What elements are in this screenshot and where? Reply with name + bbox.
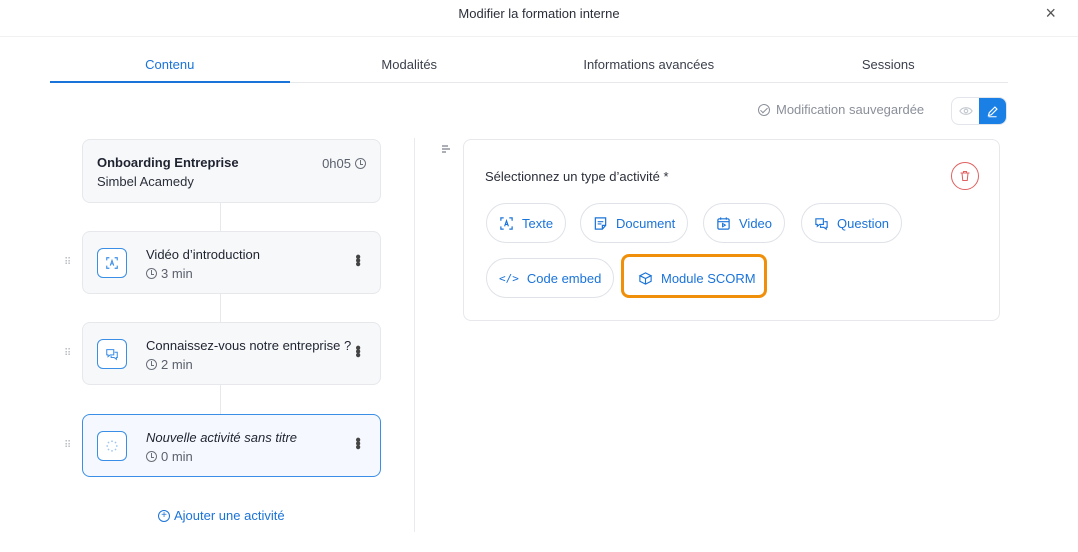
clock-icon — [146, 359, 157, 370]
document-icon — [594, 216, 607, 230]
loading-icon — [97, 431, 127, 461]
edit-button[interactable] — [979, 98, 1006, 124]
save-status: Modification sauvegardée — [758, 102, 924, 117]
activity-card[interactable]: Vidéo d’introduction 3 min ••• — [82, 231, 381, 294]
activity-type-label: Video — [739, 215, 773, 231]
code-icon: </> — [499, 271, 519, 285]
drag-handle-icon[interactable]: ⠿ — [64, 348, 71, 359]
preview-button[interactable] — [952, 98, 979, 124]
pencil-icon — [987, 105, 998, 117]
timeline-connector — [220, 385, 221, 414]
check-circle-icon — [758, 103, 770, 116]
activity-title: Connaissez-vous notre entreprise ? — [146, 338, 352, 353]
more-options-icon[interactable]: ••• — [349, 437, 366, 448]
clock-icon — [146, 451, 157, 462]
activity-card[interactable]: Connaissez-vous notre entreprise ? 2 min… — [82, 322, 381, 385]
activity-title: Vidéo d’introduction — [146, 247, 260, 262]
video-icon — [717, 216, 730, 230]
activity-duration-label: 2 min — [161, 357, 193, 372]
add-activity-button[interactable]: + Ajouter une activité — [158, 508, 285, 523]
activity-type-question-button[interactable]: Question — [801, 203, 903, 243]
activity-duration: 0 min — [146, 449, 193, 464]
activity-type-label: Sélectionnez un type d’activité * — [485, 169, 669, 184]
activity-type-label: Question — [837, 215, 890, 231]
activity-type-texte-button[interactable]: Texte — [486, 203, 567, 243]
activity-duration: 2 min — [146, 357, 193, 372]
collapse-panel-icon[interactable] — [441, 143, 451, 157]
activity-duration: 3 min — [146, 266, 193, 281]
drag-handle-icon[interactable]: ⠿ — [64, 257, 71, 268]
header-divider — [0, 36, 1078, 37]
text-scan-icon — [97, 248, 127, 278]
activity-type-label: Code embed — [526, 270, 602, 286]
question-icon — [815, 217, 828, 230]
activity-type-document-button[interactable]: Document — [580, 203, 689, 243]
activity-duration-label: 0 min — [161, 449, 193, 464]
drag-handle-icon[interactable]: ⠿ — [64, 440, 71, 451]
add-activity-label: Ajouter une activité — [174, 508, 285, 523]
activity-type-code-embed-button[interactable]: </> Code embed — [486, 258, 615, 298]
more-options-icon[interactable]: ••• — [349, 345, 366, 356]
activity-card-selected[interactable]: Nouvelle activité sans titre 0 min ••• — [82, 414, 381, 477]
close-icon[interactable]: × — [1045, 4, 1056, 22]
course-card[interactable]: Onboarding Entreprise Simbel Acamedy 0h0… — [82, 139, 381, 203]
more-options-icon[interactable]: ••• — [349, 254, 366, 265]
highlight-frame — [621, 254, 767, 298]
trash-icon — [960, 170, 970, 182]
view-mode-toggle — [951, 97, 1007, 125]
tab-sessions[interactable]: Sessions — [769, 50, 1009, 82]
modal-title: Modifier la formation interne — [458, 6, 620, 21]
timeline-connector — [220, 203, 221, 231]
clock-icon — [146, 268, 157, 279]
activity-type-label: Texte — [522, 215, 554, 231]
course-organization: Simbel Acamedy — [97, 174, 194, 189]
tab-contenu[interactable]: Contenu — [50, 50, 290, 83]
activity-duration-label: 3 min — [161, 266, 193, 281]
text-scan-icon — [500, 216, 513, 230]
tab-modalites[interactable]: Modalités — [290, 50, 530, 82]
clock-icon — [355, 158, 366, 169]
activity-type-video-button[interactable]: Video — [703, 203, 786, 243]
course-duration: 0h05 — [322, 156, 366, 171]
course-duration-label: 0h05 — [322, 156, 351, 171]
timeline-connector — [220, 294, 221, 322]
question-icon — [97, 339, 127, 369]
delete-activity-button[interactable] — [951, 162, 979, 190]
tab-bar: Contenu Modalités Informations avancées … — [50, 50, 1008, 83]
eye-icon — [958, 107, 973, 115]
tab-informations-avancees[interactable]: Informations avancées — [529, 50, 769, 82]
save-status-label: Modification sauvegardée — [776, 102, 925, 117]
column-divider — [414, 138, 415, 532]
activity-type-label: Document — [616, 215, 676, 231]
activity-title: Nouvelle activité sans titre — [146, 430, 298, 445]
plus-circle-icon: + — [158, 509, 170, 522]
